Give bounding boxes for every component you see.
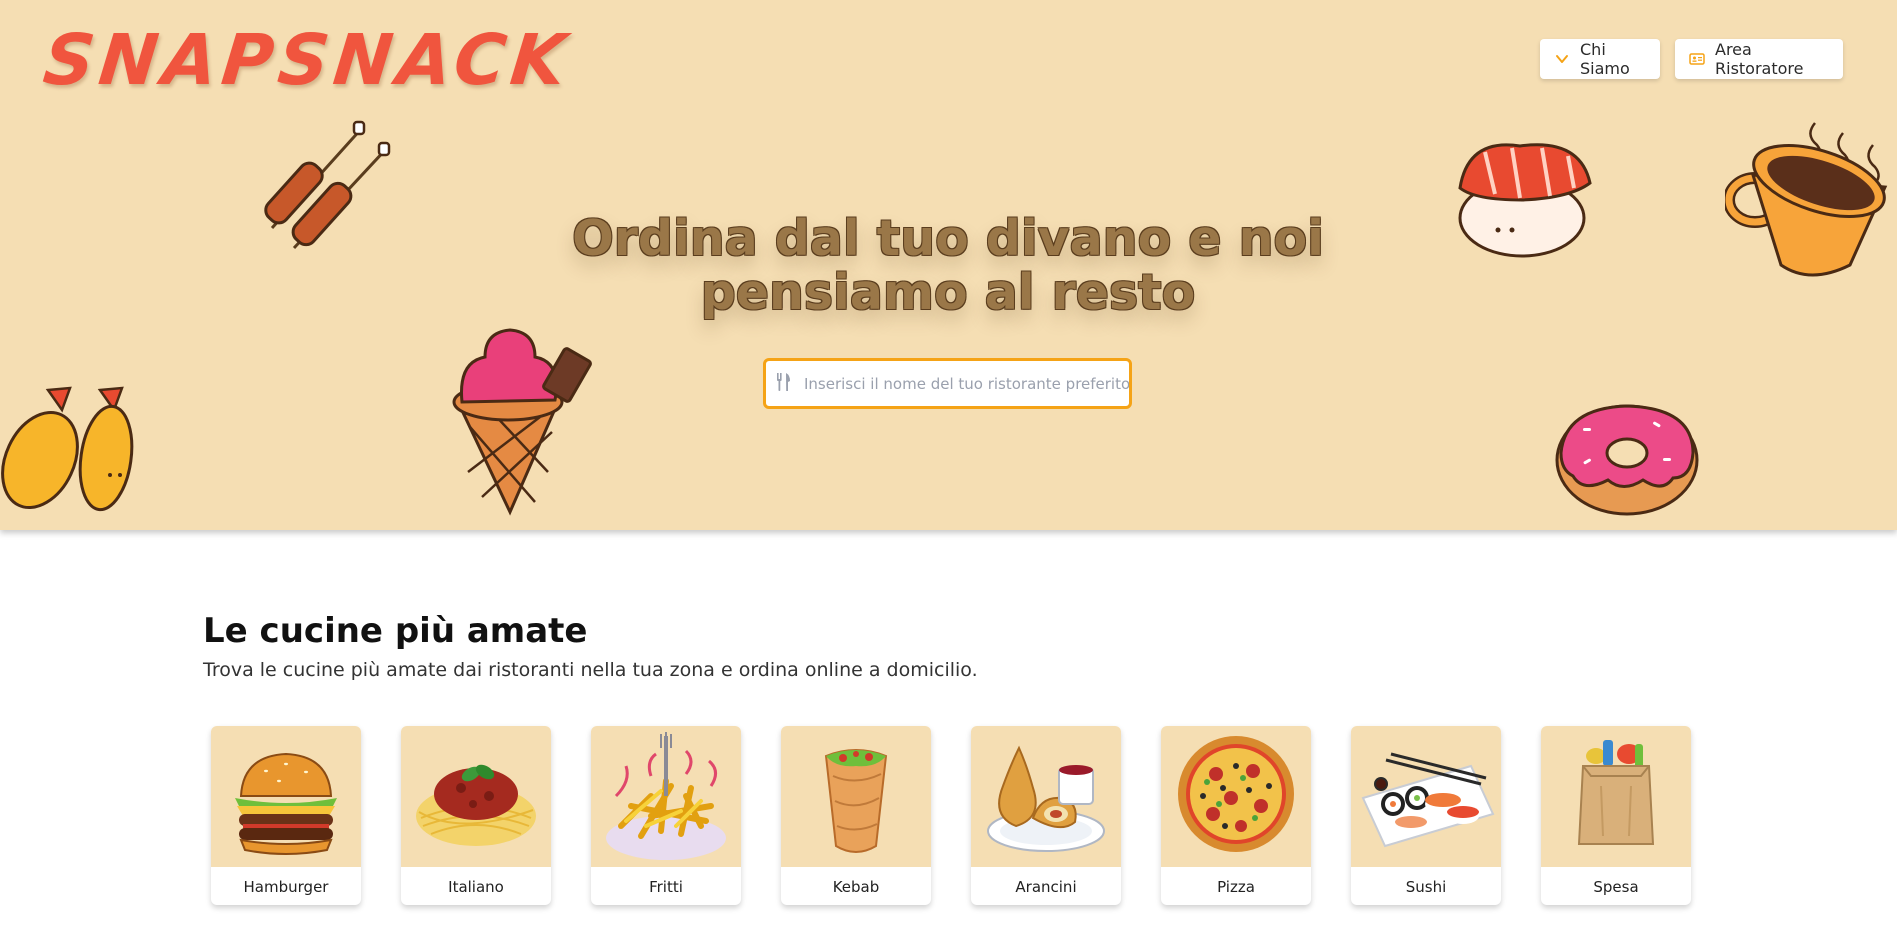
cuisine-card-pizza[interactable]: Pizza	[1161, 726, 1311, 905]
chi-siamo-button[interactable]: Chi Siamo	[1540, 39, 1660, 79]
cuisine-card-sushi[interactable]: Sushi	[1351, 726, 1501, 905]
hero-banner: SNAPSNACK Chi Siamo Area Ristoratore Ord…	[0, 0, 1897, 530]
cuisine-label: Spesa	[1593, 878, 1639, 896]
cuisine-card-fritti[interactable]: Fritti	[591, 726, 741, 905]
hamburger-icon	[235, 752, 337, 855]
spaghetti-icon	[416, 764, 536, 846]
cuisine-card-italiano[interactable]: Italiano	[401, 726, 551, 905]
cuisine-label: Pizza	[1217, 878, 1255, 896]
fried-shrimp-icon	[1, 386, 134, 512]
cuisine-card-kebab[interactable]: Kebab	[781, 726, 931, 905]
area-ristoratore-button[interactable]: Area Ristoratore	[1675, 39, 1843, 79]
cuisine-label: Hamburger	[243, 878, 329, 896]
section-title: Le cucine più amate	[203, 611, 588, 651]
utensils-icon	[776, 372, 792, 395]
fries-icon	[606, 732, 726, 860]
cuisine-label: Fritti	[649, 878, 683, 896]
hero-headline-line1: Ordina dal tuo divano e noi	[572, 210, 1324, 267]
chi-siamo-label: Chi Siamo	[1580, 40, 1630, 78]
brand-logo[interactable]: SNAPSNACK	[40, 19, 575, 101]
sushi-icon	[1361, 752, 1495, 848]
ice-cream-icon	[452, 328, 592, 516]
chevron-down-icon	[1554, 51, 1570, 67]
restaurant-search[interactable]	[763, 358, 1132, 409]
kebab-wrap-icon	[824, 749, 888, 853]
restaurant-search-input[interactable]	[804, 374, 1129, 393]
donut-icon	[1555, 404, 1699, 516]
cuisine-label: Kebab	[832, 878, 880, 896]
cuisine-card-spesa[interactable]: Spesa	[1541, 726, 1691, 905]
sushi-nigiri-icon	[1458, 143, 1592, 258]
cuisine-cards: Hamburger Italiano Fritti Kebab Arancini…	[211, 726, 1691, 906]
cuisine-label: Italiano	[448, 878, 504, 896]
grocery-bag-icon	[1577, 740, 1655, 845]
area-ristoratore-label: Area Ristoratore	[1715, 40, 1804, 78]
id-card-icon	[1689, 51, 1705, 67]
skewers-icon	[264, 120, 391, 250]
coffee-cup-icon	[1725, 122, 1888, 277]
cuisine-label: Sushi	[1405, 878, 1447, 896]
pizza-icon	[1178, 736, 1294, 852]
cuisine-card-arancini[interactable]: Arancini	[971, 726, 1121, 905]
hero-headline: Ordina dal tuo divano e noi pensiamo al …	[540, 212, 1356, 320]
popular-cuisines-section: Le cucine più amate Trova le cucine più …	[203, 605, 1703, 681]
arancini-icon	[987, 745, 1105, 852]
section-subtitle: Trova le cucine più amate dai ristoranti…	[203, 659, 978, 681]
cuisine-label: Arancini	[1015, 878, 1077, 896]
hero-headline-line2: pensiamo al resto	[700, 264, 1196, 321]
cuisine-card-hamburger[interactable]: Hamburger	[211, 726, 361, 905]
